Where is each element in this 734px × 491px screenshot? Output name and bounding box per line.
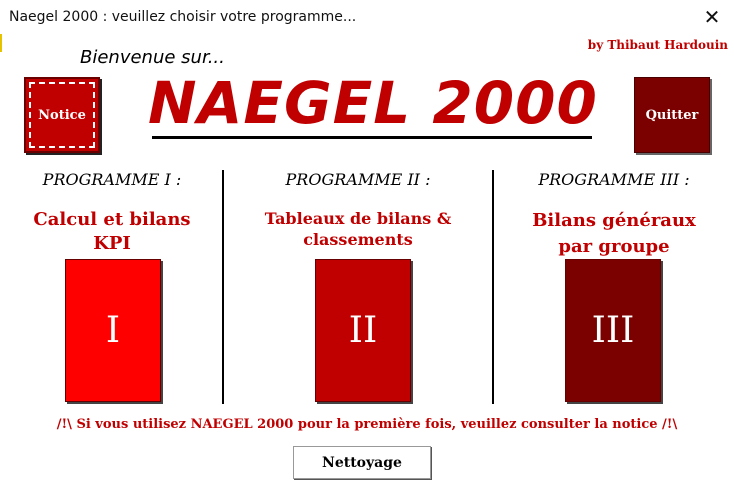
app-title: NAEGEL 2000	[148, 69, 598, 137]
program-1-description-line: KPI	[93, 233, 131, 254]
program-1-description: Calcul et bilans KPI	[2, 208, 222, 256]
notice-button[interactable]: Notice	[24, 77, 100, 153]
close-button[interactable]: ✕	[690, 0, 734, 34]
program-1-button[interactable]: I	[65, 259, 161, 402]
program-3-description-line: par groupe	[558, 236, 670, 257]
welcome-text: Bienvenue sur...	[80, 47, 225, 68]
program-1-label: PROGRAMME I :	[42, 170, 182, 189]
first-use-warning: /!\ Si vous utilisez NAEGEL 2000 pour la…	[56, 417, 678, 432]
title-underline	[152, 136, 592, 139]
column-divider	[222, 170, 224, 404]
program-3-description: Bilans généraux par groupe	[494, 208, 734, 260]
window-edge-accent	[0, 34, 2, 52]
close-icon: ✕	[703, 5, 721, 29]
program-1-description-line: Calcul et bilans	[33, 209, 191, 230]
program-3-label: PROGRAMME III :	[538, 170, 690, 189]
program-2-description-line: Tableaux de bilans &	[264, 209, 452, 228]
author-credit: by Thibaut Hardouin	[587, 38, 728, 52]
program-3-description-line: Bilans généraux	[532, 210, 696, 231]
program-2-description: Tableaux de bilans & classements	[224, 208, 492, 250]
quitter-button[interactable]: Quitter	[634, 77, 710, 153]
nettoyage-button[interactable]: Nettoyage	[293, 446, 431, 479]
program-3-button[interactable]: III	[565, 259, 661, 402]
window-title: Naegel 2000 : veuillez choisir votre pro…	[9, 9, 357, 25]
column-divider	[492, 170, 494, 404]
program-2-button[interactable]: II	[315, 259, 411, 402]
program-2-label: PROGRAMME II :	[285, 170, 431, 189]
program-2-description-line: classements	[303, 230, 413, 249]
